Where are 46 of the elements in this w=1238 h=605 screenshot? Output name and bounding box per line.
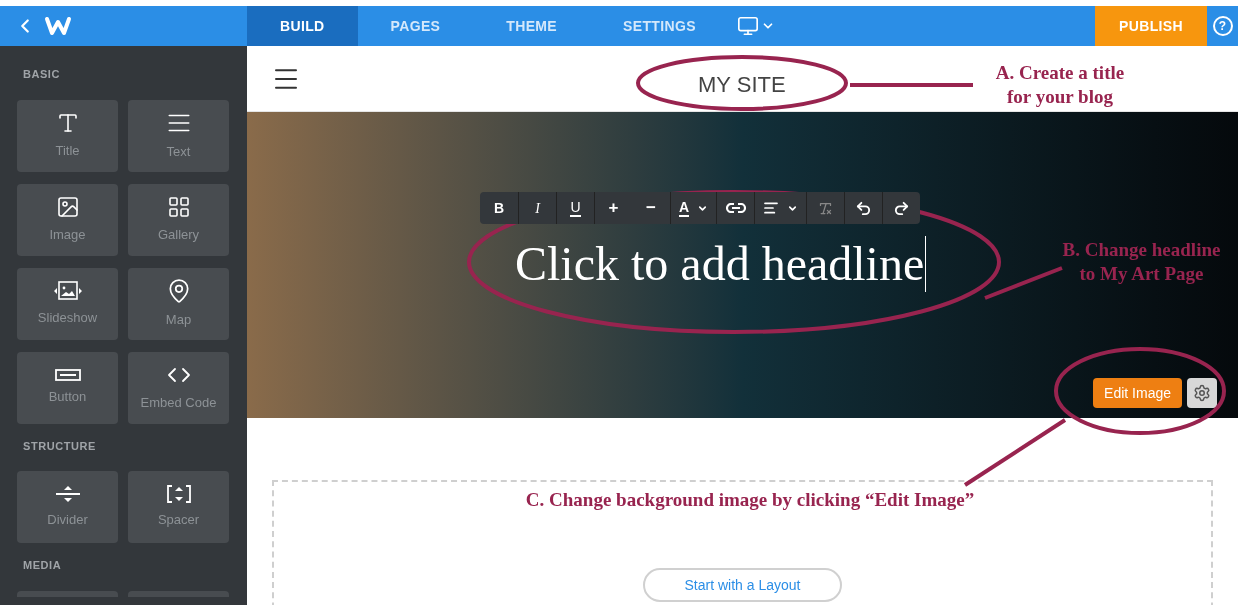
section-heading: STRUCTURE <box>22 438 97 454</box>
edit-image-button[interactable]: Edit Image <box>1093 378 1182 408</box>
element-tile[interactable]: Divider <box>17 471 118 543</box>
section-heading: BASIC <box>22 67 61 82</box>
image-icon <box>55 194 80 219</box>
element-tile[interactable]: Title <box>17 99 118 172</box>
bold-button[interactable]: B <box>480 192 518 224</box>
help-button[interactable]: ? <box>1212 16 1233 36</box>
settings-icon <box>1193 384 1211 402</box>
undo-icon <box>855 199 873 217</box>
link-icon <box>725 203 746 213</box>
annotation-text: A. Create a title for your blog <box>994 61 1126 109</box>
font-size-button[interactable]: − <box>632 192 670 224</box>
annotation-text: B. Change headline to My Art Page <box>1061 238 1222 286</box>
annotation-text: C. Change background image by clicking “Edit Image” <box>524 488 976 512</box>
monitor-icon[interactable] <box>736 15 759 37</box>
headline[interactable]: Click to add headline <box>515 236 927 292</box>
align-icon <box>763 200 780 216</box>
spacer-icon <box>166 484 191 505</box>
nav-tab[interactable]: PAGES <box>357 6 474 46</box>
clear-format-icon <box>818 200 834 216</box>
section-heading: MEDIA <box>22 558 63 573</box>
nav-tab[interactable]: SETTINGS <box>590 6 729 46</box>
nav-tab[interactable]: THEME <box>473 6 590 46</box>
logo-icon[interactable] <box>44 15 72 37</box>
element-tile[interactable]: Spacer <box>128 471 229 543</box>
underline-button[interactable]: U <box>556 192 594 224</box>
font-size-button[interactable]: + <box>594 192 632 224</box>
nav-tab[interactable]: BUILD <box>247 6 358 46</box>
publish-button[interactable]: PUBLISH <box>1095 6 1207 46</box>
button-icon <box>54 368 81 381</box>
text-color-button[interactable]: A <box>670 192 717 224</box>
element-tile[interactable]: Embed Code <box>128 351 229 424</box>
element-tile[interactable]: Slideshow <box>17 267 118 340</box>
element-tile[interactable]: Text <box>128 99 229 172</box>
start-layout-button[interactable]: Start with a Layout <box>642 568 843 602</box>
grid-icon <box>166 194 191 219</box>
element-tile[interactable]: Gallery <box>128 183 229 256</box>
element-tile[interactable]: Image <box>17 183 118 256</box>
italic-button[interactable]: I <box>518 192 556 224</box>
site-title[interactable]: MY SITE <box>698 68 786 101</box>
redo-icon <box>893 199 911 217</box>
element-tile[interactable]: Button <box>17 351 118 424</box>
settings-button[interactable] <box>1187 378 1217 408</box>
element-tile[interactable]: Map <box>128 267 229 340</box>
divider-icon <box>54 484 81 505</box>
